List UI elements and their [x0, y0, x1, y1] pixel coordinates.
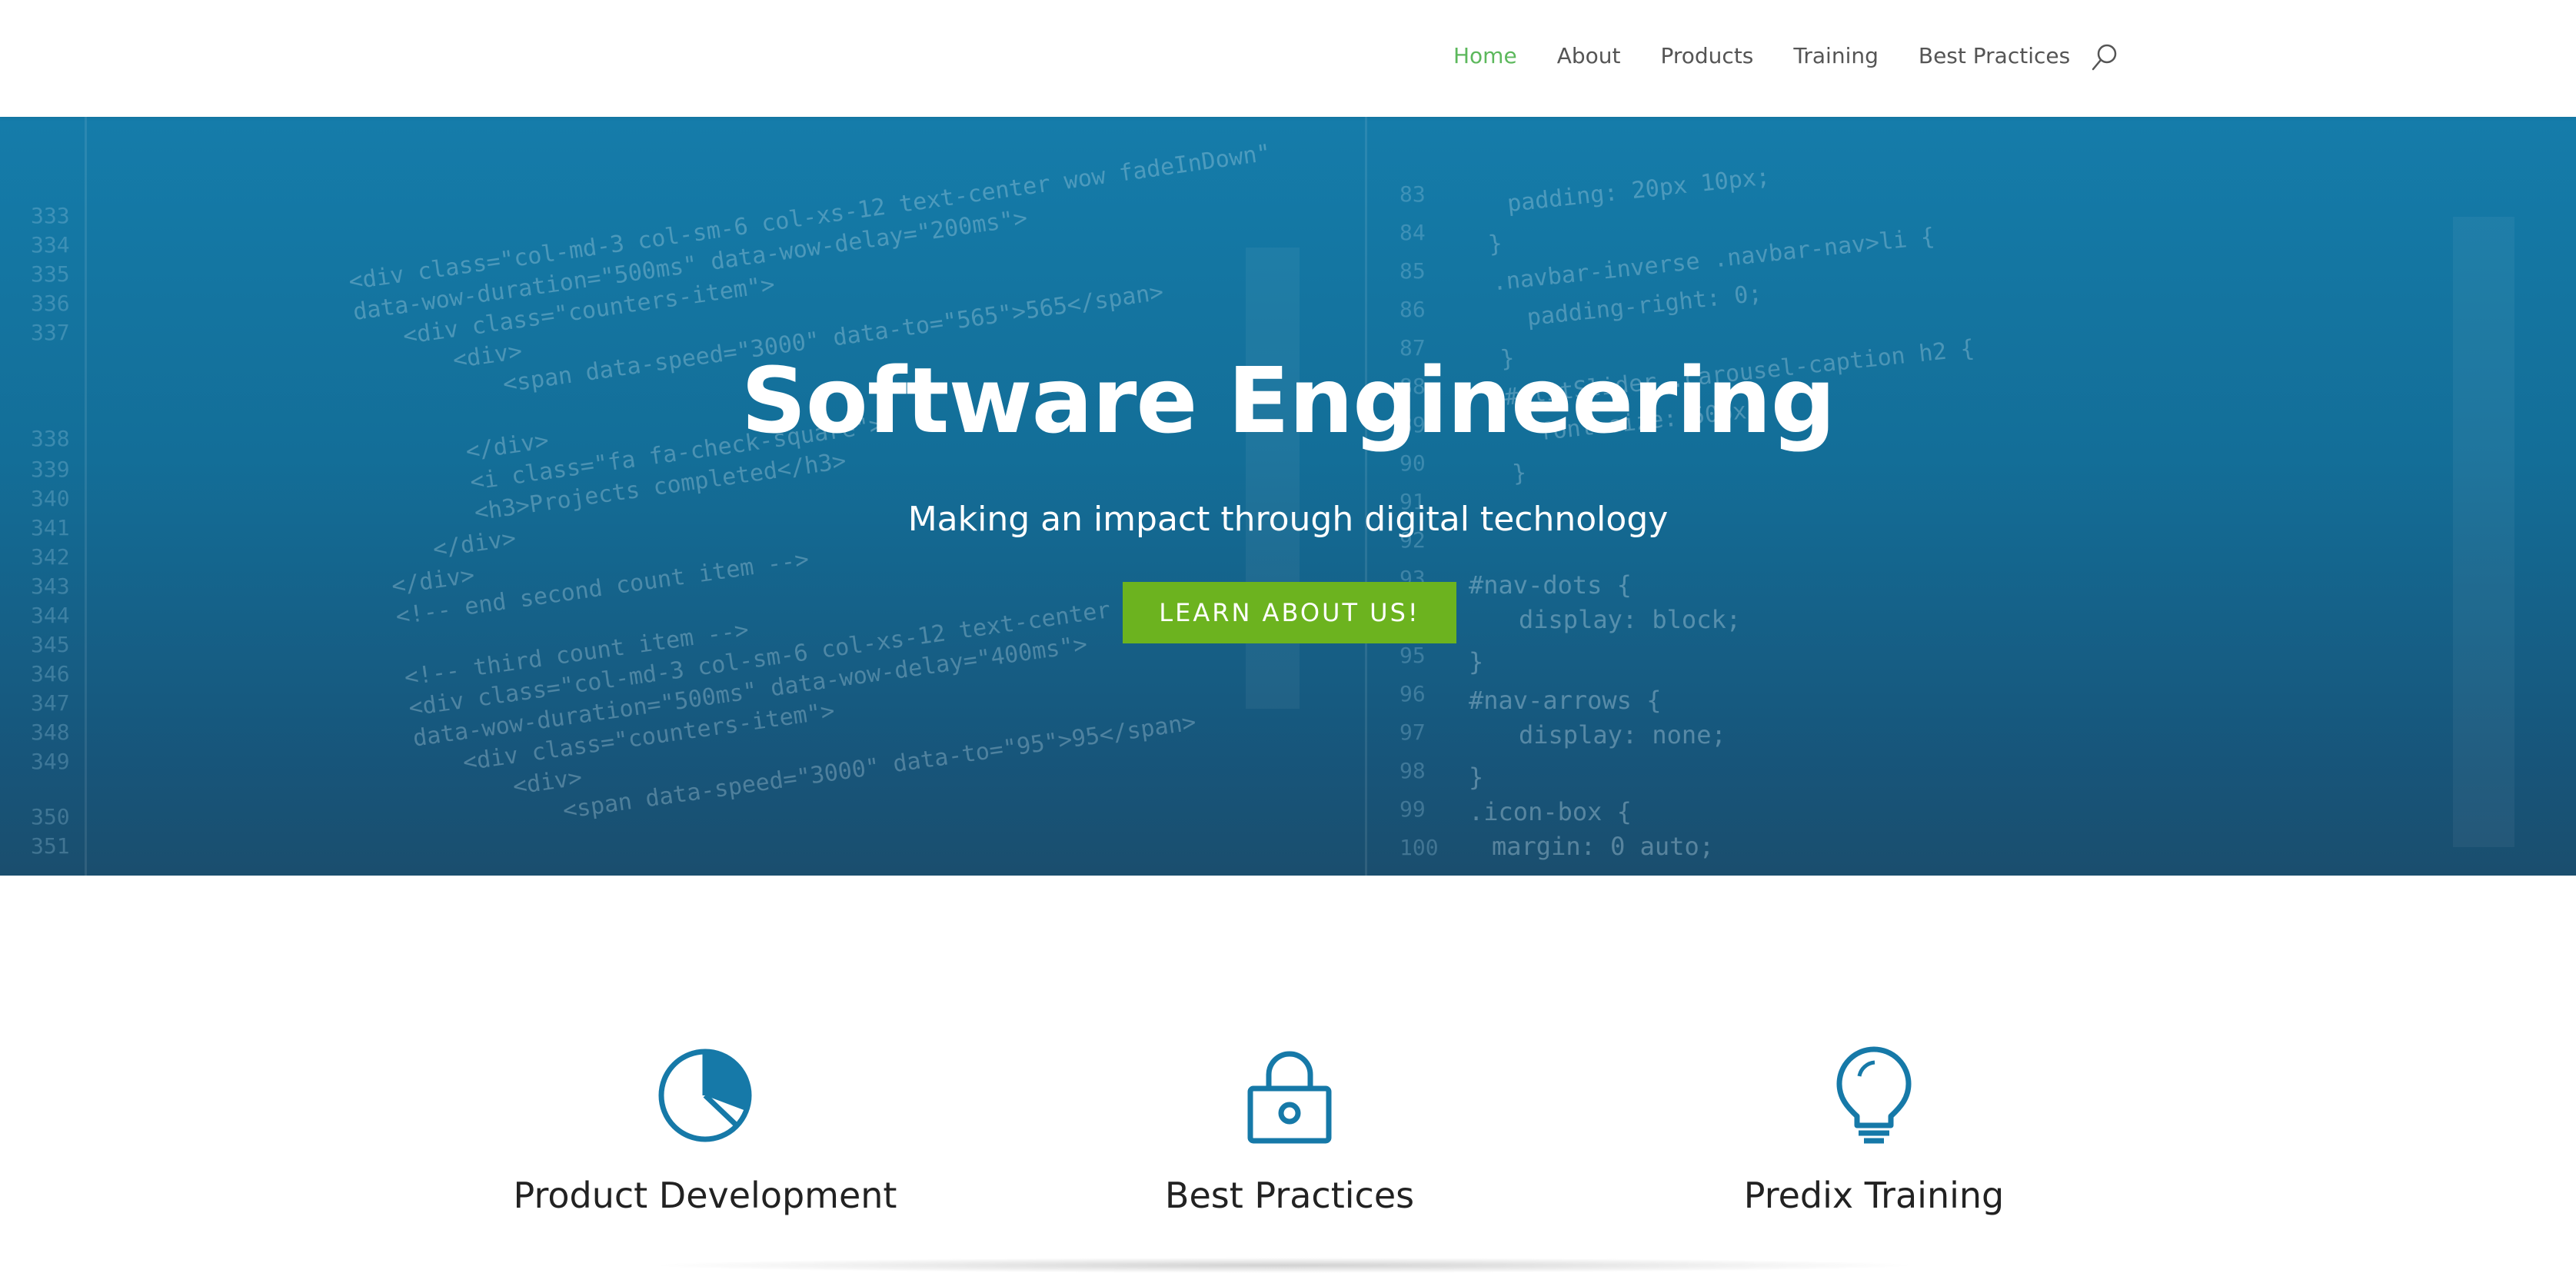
nav-item-best-practices[interactable]: Best Practices: [1919, 43, 2070, 68]
hero-banner: 333 334 335 336 337 338 339 340 341 342 343 344 …: [0, 117, 2576, 876]
nav-item-training[interactable]: Training: [1793, 43, 1878, 68]
svg-text:336: 336: [31, 291, 70, 316]
svg-text:333: 333: [31, 203, 70, 228]
feature-predix-training: Predix Training: [1582, 1045, 2166, 1216]
feature-best-practices: Best Practices: [997, 1045, 1582, 1216]
svg-text:351: 351: [31, 833, 70, 859]
svg-text:84: 84: [1399, 220, 1426, 245]
svg-text:display: block;: display: block;: [1519, 605, 1741, 634]
lock-icon: [1247, 1051, 1332, 1144]
svg-text:85: 85: [1399, 258, 1426, 284]
svg-text:}: }: [1469, 647, 1483, 676]
svg-text:.icon-box {: .icon-box {: [1469, 797, 1632, 826]
nav-item-products[interactable]: Products: [1660, 43, 1753, 68]
nav-item-about[interactable]: About: [1557, 43, 1621, 68]
nav-item-home[interactable]: Home: [1453, 43, 1517, 68]
learn-about-us-button[interactable]: LEARN ABOUT US!: [1123, 582, 1456, 643]
pie-chart-icon: [658, 1049, 752, 1142]
svg-text:345: 345: [31, 632, 70, 657]
search-button[interactable]: [2090, 42, 2121, 72]
feature-title: Product Development: [513, 1175, 897, 1216]
svg-text:}: }: [1469, 763, 1483, 792]
svg-text:96: 96: [1399, 681, 1426, 706]
svg-text:344: 344: [31, 603, 70, 628]
svg-text:350: 350: [31, 804, 70, 829]
svg-text:95: 95: [1399, 643, 1426, 668]
feature-title: Predix Training: [1743, 1175, 2005, 1216]
search-icon: [2092, 44, 2117, 71]
svg-text:337: 337: [31, 320, 70, 345]
svg-text:348: 348: [31, 720, 70, 745]
lightbulb-icon: [1836, 1046, 1912, 1144]
site-header: Home About Products Training Best Practi…: [0, 0, 2576, 117]
svg-text:335: 335: [31, 261, 70, 287]
svg-text:#nav-dots {: #nav-dots {: [1469, 570, 1632, 600]
svg-text:97: 97: [1399, 720, 1426, 745]
svg-text:334: 334: [31, 232, 70, 258]
svg-text:339: 339: [31, 457, 70, 482]
svg-text:}: }: [1511, 460, 1528, 488]
svg-text:<div>: <div>: [511, 764, 584, 800]
code-background-image: 333334335 336337338 339340341 342343344 …: [31, 117, 2514, 876]
svg-text:99: 99: [1399, 796, 1426, 822]
feature-product-development: Product Development: [413, 1045, 997, 1216]
svg-text:}: }: [1487, 230, 1504, 258]
svg-text:padding: 20px 10px;: padding: 20px 10px;: [1506, 163, 1771, 218]
hero-subtitle: Making an impact through digital technol…: [907, 500, 1669, 539]
svg-text:#nav-arrows {: #nav-arrows {: [1469, 686, 1661, 715]
section-divider-shadow: [646, 1258, 1922, 1273]
svg-text:83: 83: [1399, 181, 1426, 207]
svg-text:349: 349: [31, 749, 70, 774]
svg-text:86: 86: [1399, 297, 1426, 322]
hero-title: Software Engineering: [741, 347, 1835, 454]
svg-text:<div class="col-md-3 col-sm-6: <div class="col-md-3 col-sm-6 col-xs-12 …: [347, 139, 1272, 295]
svg-text:343: 343: [31, 573, 70, 599]
svg-text:display: none;: display: none;: [1519, 720, 1726, 750]
svg-text:347: 347: [31, 690, 70, 716]
svg-text:90: 90: [1399, 450, 1426, 476]
feature-title: Best Practices: [1164, 1175, 1415, 1216]
svg-text:342: 342: [31, 544, 70, 570]
svg-text:98: 98: [1399, 758, 1426, 783]
svg-text:100: 100: [1399, 835, 1439, 860]
svg-text:346: 346: [31, 661, 70, 686]
main-nav: Home About Products Training Best Practi…: [1453, 37, 2070, 74]
svg-text:margin: 0 auto;: margin: 0 auto;: [1492, 832, 1714, 861]
